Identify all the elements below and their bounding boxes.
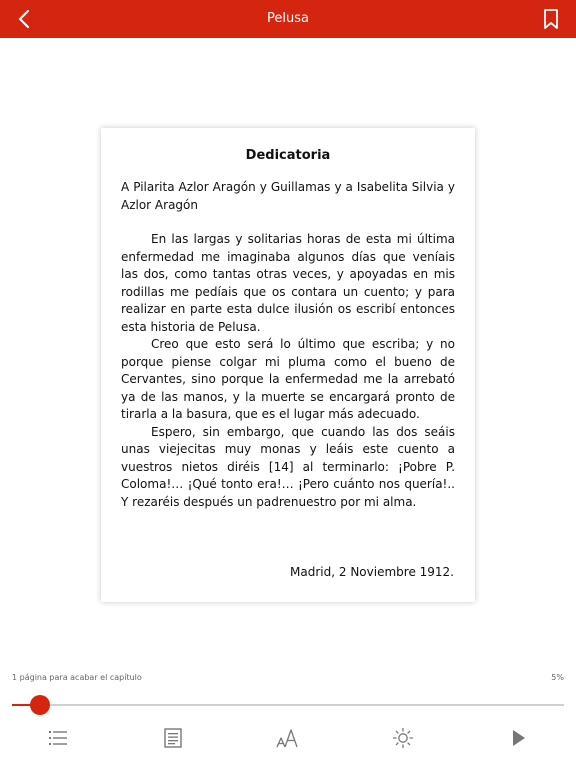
progress-slider-thumb[interactable] [29,695,50,715]
table-of-contents-icon [49,731,67,745]
chapter-heading: Dedicatoria [245,148,331,163]
top-bar: Pelusa [0,0,576,38]
brightness-button[interactable] [391,726,415,750]
paragraph: Creo que esto será lo último que escriba… [121,337,455,421]
bottom-toolbar [0,720,576,768]
font-size-icon [276,729,298,748]
bookmark-button[interactable] [540,8,562,30]
bookmark-icon [544,9,558,29]
progress-slider[interactable] [12,695,564,715]
font-size-button[interactable] [276,726,300,750]
paragraph: En las largas y solitarias horas de esta… [121,232,455,334]
paragraph: Espero, sin embargo, que cuando las dos … [121,424,455,509]
table-of-contents-button[interactable] [46,726,70,750]
play-icon [513,730,525,746]
chapter-progress-text: 1 página para acabar el capítulo [12,673,142,682]
dedicatee-line: A Pilarita Azlor Aragón y Guillamas y a … [121,180,455,212]
signature-line: Madrid, 2 Noviembre 1912. [290,565,454,579]
body-text: En las largas y solitarias horas de esta… [121,231,455,511]
page-list-button[interactable] [161,726,185,750]
book-page: Dedicatoria A Pilarita Azlor Aragón y Gu… [101,128,475,602]
page-list-icon [164,728,182,748]
play-button[interactable] [506,726,530,750]
brightness-icon [392,727,414,749]
progress-percent: 5% [551,673,564,682]
book-title: Pelusa [267,11,309,26]
